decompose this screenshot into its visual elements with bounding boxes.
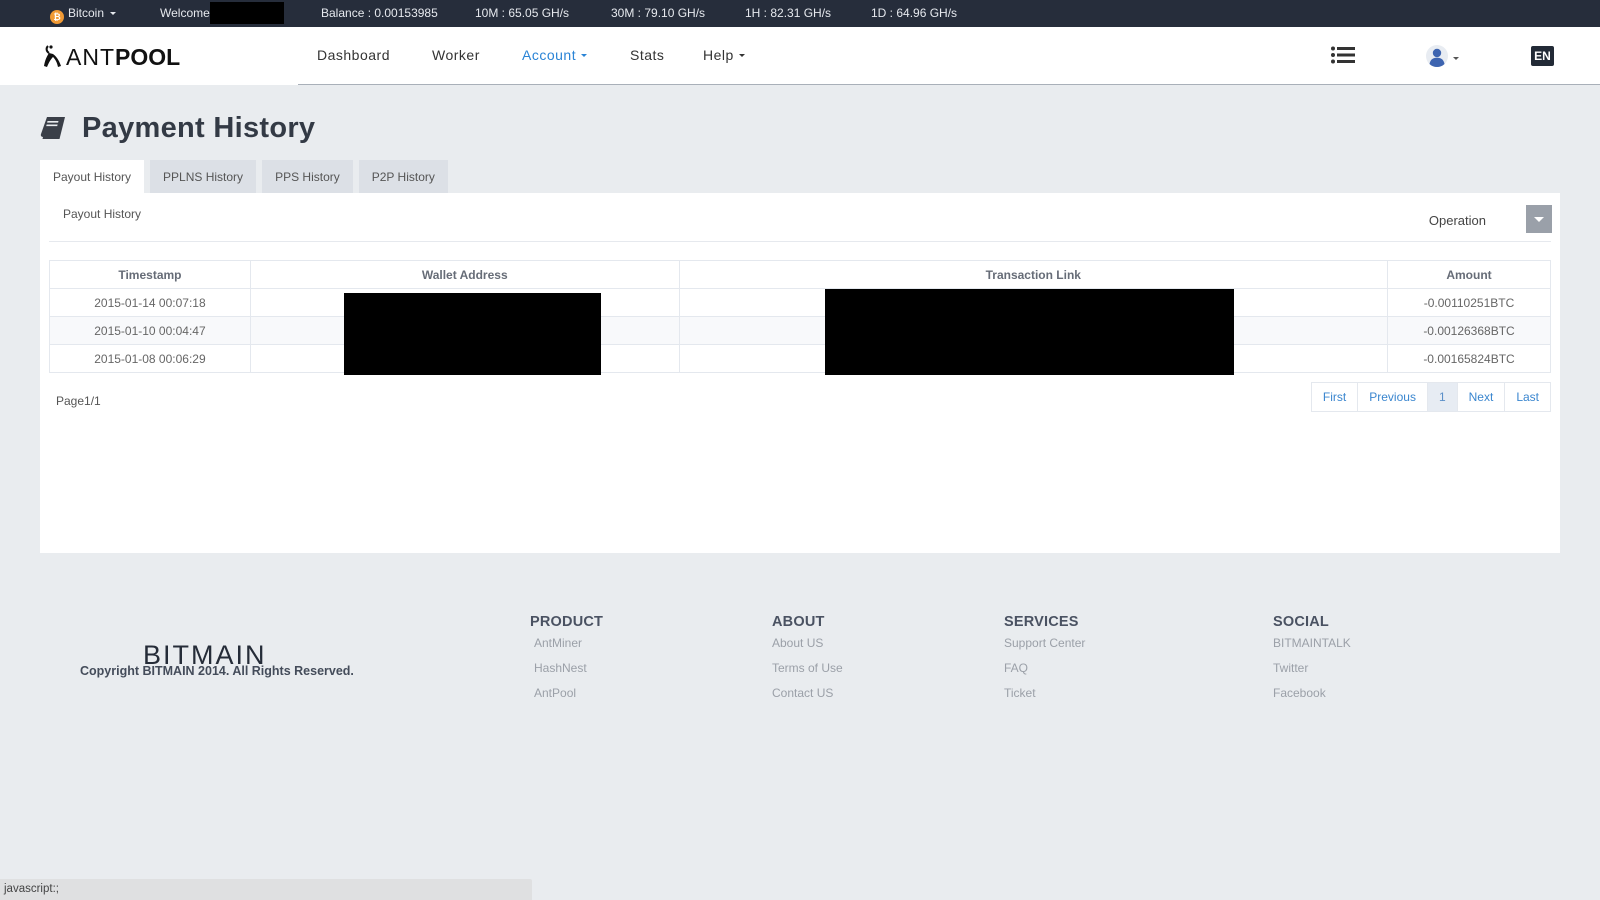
bitcoin-icon: ₿ (50, 10, 64, 24)
pagination: First Previous 1 Next Last (1310, 382, 1551, 412)
tab-payout-history[interactable]: Payout History (40, 160, 145, 193)
operation-label: Operation (1428, 213, 1486, 228)
antpool-logo[interactable]: ANT POOL (42, 43, 180, 71)
footer-heading: SOCIAL (1273, 614, 1329, 630)
pagination-first[interactable]: First (1312, 383, 1357, 411)
table-row: 2015-01-14 00:07:18 -0.00110251BTC (49, 288, 1551, 317)
footer-link-support-center[interactable]: Support Center (1004, 636, 1085, 661)
operation-dropdown-button[interactable] (1526, 205, 1552, 233)
chevron-down-icon (581, 54, 588, 57)
payout-history-panel: Payout History Operation Timestamp Walle… (40, 193, 1560, 553)
footer-heading: SERVICES (1004, 614, 1079, 630)
table-header-row: Timestamp Wallet Address Transaction Lin… (49, 260, 1551, 289)
table-row: 2015-01-10 00:04:47 -0.00126368BTC (49, 316, 1551, 345)
balance: Balance : 0.00153985 (321, 6, 438, 20)
nav-account-label: Account (522, 47, 577, 63)
redacted-wallet-addresses (344, 293, 601, 375)
cell-timestamp: 2015-01-08 00:06:29 (49, 344, 251, 373)
footer-heading: PRODUCT (530, 614, 604, 630)
panel-divider (49, 241, 1551, 242)
list-icon[interactable] (1331, 46, 1355, 64)
footer-link-twitter[interactable]: Twitter (1273, 661, 1351, 686)
page-header: Payment History (40, 108, 315, 148)
nav-stats[interactable]: Stats (630, 47, 664, 63)
nav-help[interactable]: Help (703, 47, 745, 63)
logo-text-ant: ANT (66, 43, 115, 70)
welcome-label: Welcome (160, 6, 210, 20)
chevron-down-icon (110, 12, 117, 15)
footer-column-about: ABOUT About US Terms of Use Contact US (772, 614, 843, 711)
footer-column-social: SOCIAL BITMAINTALK Twitter Facebook (1273, 614, 1351, 711)
nav-account[interactable]: Account (522, 47, 588, 63)
hashrate-30m: 30M : 79.10 GH/s (611, 6, 706, 20)
panel-heading: Payout History (63, 207, 142, 221)
cell-amount: -0.00165824BTC (1387, 344, 1551, 373)
cell-amount: -0.00126368BTC (1387, 316, 1551, 345)
pagination-next[interactable]: Next (1456, 383, 1505, 411)
column-header-amount: Amount (1387, 260, 1551, 289)
browser-status-bar: javascript:; (0, 879, 532, 900)
footer-link-bitmaintalk[interactable]: BITMAINTALK (1273, 636, 1351, 661)
main-navbar (0, 27, 1600, 85)
footer-link-ticket[interactable]: Ticket (1004, 686, 1085, 711)
pagination-previous[interactable]: Previous (1357, 383, 1427, 411)
footer-link-hashnest[interactable]: HashNest (530, 661, 603, 686)
footer-link-antminer[interactable]: AntMiner (530, 636, 603, 661)
nav-divider (298, 84, 1600, 85)
language-selector[interactable]: EN (1531, 46, 1554, 66)
column-header-timestamp: Timestamp (49, 260, 251, 289)
nav-worker[interactable]: Worker (432, 47, 480, 63)
book-icon (40, 117, 65, 139)
footer-link-about-us[interactable]: About US (772, 636, 843, 661)
column-header-wallet-address: Wallet Address (249, 260, 680, 289)
tab-p2p-history[interactable]: P2P History (358, 160, 448, 193)
cell-timestamp: 2015-01-14 00:07:18 (49, 288, 251, 317)
hashrate-1d: 1D : 64.96 GH/s (871, 6, 958, 20)
footer-link-facebook[interactable]: Facebook (1273, 686, 1351, 711)
coin-selector[interactable]: ₿ Bitcoin (50, 0, 117, 27)
footer-link-antpool[interactable]: AntPool (530, 686, 603, 711)
footer-column-product: PRODUCT AntMiner HashNest AntPool (530, 614, 603, 711)
pagination-last[interactable]: Last (1504, 383, 1550, 411)
ant-logo-icon (44, 45, 61, 67)
redacted-username (209, 2, 284, 24)
page-info: Page1/1 (56, 394, 101, 408)
hashrate-10m: 10M : 65.05 GH/s (475, 6, 570, 20)
top-status-bar: ₿ Bitcoin Welcome Balance : 0.00153985 10… (0, 0, 1600, 27)
footer-link-faq[interactable]: FAQ (1004, 661, 1085, 686)
hashrate-1h: 1H : 82.31 GH/s (745, 6, 832, 20)
table-row: 2015-01-08 00:06:29 -0.00165824BTC (49, 344, 1551, 373)
payout-table: Timestamp Wallet Address Transaction Lin… (49, 260, 1551, 373)
pagination-page-1[interactable]: 1 (1426, 383, 1457, 411)
history-tabs: Payout History PPLNS History PPS History… (40, 160, 454, 193)
footer-link-terms[interactable]: Terms of Use (772, 661, 843, 686)
chevron-down-icon (738, 54, 745, 57)
redacted-transaction-links (825, 289, 1234, 375)
user-menu-caret-icon[interactable] (1453, 57, 1459, 60)
nav-dashboard[interactable]: Dashboard (317, 47, 390, 63)
user-avatar-icon[interactable] (1426, 45, 1448, 67)
copyright: Copyright BITMAIN 2014. All Rights Reser… (80, 664, 354, 678)
cell-amount: -0.00110251BTC (1387, 288, 1551, 317)
logo-text-pool: POOL (115, 43, 181, 70)
cell-timestamp: 2015-01-10 00:04:47 (49, 316, 251, 345)
nav-help-label: Help (703, 47, 734, 63)
footer-heading: ABOUT (772, 614, 825, 630)
welcome-message: Welcome (160, 0, 284, 27)
coin-label: Bitcoin (68, 6, 105, 20)
tab-pps-history[interactable]: PPS History (262, 160, 353, 193)
page-title: Payment History (82, 111, 316, 144)
footer-column-services: SERVICES Support Center FAQ Ticket (1004, 614, 1085, 711)
footer-link-contact[interactable]: Contact US (772, 686, 843, 711)
tab-pplns-history[interactable]: PPLNS History (150, 160, 257, 193)
column-header-transaction-link: Transaction Link (678, 260, 1389, 289)
